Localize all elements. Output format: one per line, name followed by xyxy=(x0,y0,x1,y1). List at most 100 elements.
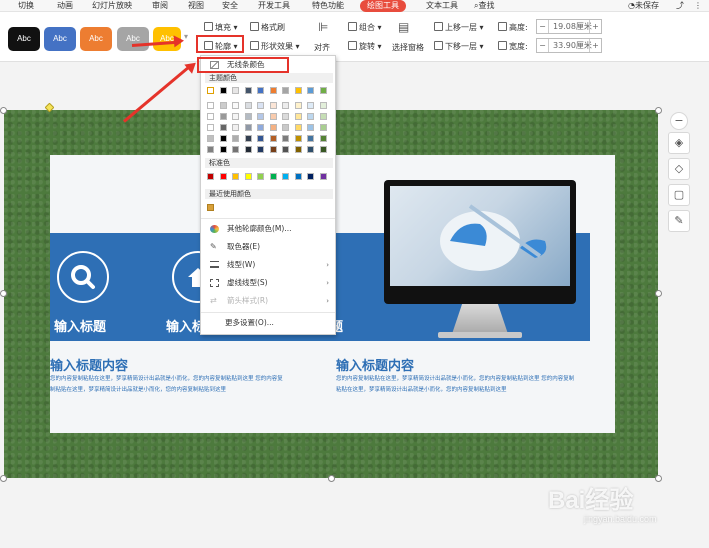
theme-color-swatch[interactable] xyxy=(244,113,252,120)
theme-color-swatch[interactable] xyxy=(257,146,264,153)
theme-color-swatch[interactable] xyxy=(207,113,214,120)
theme-color-swatch[interactable] xyxy=(307,124,314,131)
theme-color-swatch[interactable] xyxy=(282,113,289,120)
theme-color-swatch[interactable] xyxy=(307,135,314,142)
theme-color-swatch[interactable] xyxy=(319,113,327,120)
menu-text-tools[interactable]: 文本工具 xyxy=(426,0,458,12)
theme-color-swatch[interactable] xyxy=(319,135,327,142)
menu-security[interactable]: 安全 xyxy=(222,0,238,12)
fill-bucket-icon[interactable]: ◇ xyxy=(668,158,690,180)
more-settings-item[interactable]: 更多设置(O)... xyxy=(201,314,335,332)
width-input[interactable]: −33.90厘米 + xyxy=(536,38,602,53)
shape-style-orange[interactable]: Abc xyxy=(80,27,112,51)
standard-color-swatch[interactable] xyxy=(319,173,327,180)
theme-color-swatch[interactable] xyxy=(294,113,302,120)
theme-color-swatch[interactable] xyxy=(269,102,277,109)
menu-features[interactable]: 特色功能 xyxy=(312,0,344,12)
theme-color-swatch[interactable] xyxy=(294,102,302,109)
theme-color-swatch[interactable] xyxy=(319,146,327,153)
rotate-button[interactable]: 旋转 ▾ xyxy=(348,41,382,52)
width-increase-button[interactable]: + xyxy=(589,39,601,52)
theme-color-swatch[interactable] xyxy=(219,135,227,142)
standard-color-swatch[interactable] xyxy=(294,173,302,180)
theme-color-swatch[interactable] xyxy=(207,146,214,153)
theme-color-swatch[interactable] xyxy=(232,135,239,142)
theme-color-swatch[interactable] xyxy=(219,102,227,109)
more-outline-colors-item[interactable]: 其他轮廓颜色(M)... xyxy=(201,220,335,238)
theme-color-swatch[interactable] xyxy=(282,146,289,153)
layers-icon[interactable]: ◈ xyxy=(668,132,690,154)
standard-color-swatch[interactable] xyxy=(207,173,214,180)
theme-color-swatch[interactable] xyxy=(269,87,277,94)
theme-color-swatch[interactable] xyxy=(232,124,239,131)
outline-tool-icon[interactable]: ▢ xyxy=(668,184,690,206)
theme-color-swatch[interactable] xyxy=(207,135,214,142)
standard-color-swatch[interactable] xyxy=(244,173,252,180)
theme-color-swatch[interactable] xyxy=(269,124,277,131)
theme-color-swatch[interactable] xyxy=(207,87,214,94)
menu-view[interactable]: 视图 xyxy=(188,0,204,12)
pen-icon[interactable]: ✎ xyxy=(668,210,690,232)
height-decrease-button[interactable]: − xyxy=(537,20,549,33)
theme-color-swatch[interactable] xyxy=(219,146,227,153)
group-button[interactable]: 组合 ▾ xyxy=(348,22,382,33)
style-scroll-icon[interactable]: ▾ xyxy=(184,32,188,41)
theme-color-swatch[interactable] xyxy=(282,102,289,109)
theme-color-swatch[interactable] xyxy=(257,87,264,94)
theme-color-swatch[interactable] xyxy=(232,146,239,153)
theme-color-swatch[interactable] xyxy=(244,102,252,109)
theme-color-swatch[interactable] xyxy=(244,87,252,94)
theme-color-swatch[interactable] xyxy=(232,113,239,120)
theme-color-swatch[interactable] xyxy=(257,113,264,120)
search-link[interactable]: ⌕查找 xyxy=(474,0,494,12)
theme-color-swatch[interactable] xyxy=(307,113,314,120)
theme-color-swatch[interactable] xyxy=(319,87,327,94)
theme-color-swatch[interactable] xyxy=(232,102,239,109)
send-backward-button[interactable]: 下移一层 ▾ xyxy=(434,41,484,52)
resize-handle[interactable] xyxy=(655,107,662,114)
bring-forward-button[interactable]: 上移一层 ▾ xyxy=(434,22,484,33)
line-type-item[interactable]: 线型(W) › xyxy=(201,256,335,274)
standard-color-swatch[interactable] xyxy=(307,173,314,180)
format-brush-button[interactable]: 格式刷 xyxy=(250,22,285,33)
theme-color-swatch[interactable] xyxy=(294,87,302,94)
dash-type-item[interactable]: 虚线线型(S) › xyxy=(201,274,335,292)
fill-button[interactable]: 填充 ▾ xyxy=(204,22,238,33)
shape-style-black[interactable]: Abc xyxy=(8,27,40,51)
theme-color-swatch[interactable] xyxy=(207,102,214,109)
theme-color-swatch[interactable] xyxy=(307,87,314,94)
theme-color-swatch[interactable] xyxy=(207,124,214,131)
menu-slideshow[interactable]: 幻灯片放映 xyxy=(92,0,132,12)
theme-color-swatch[interactable] xyxy=(257,124,264,131)
resize-handle[interactable] xyxy=(0,290,7,297)
shape-style-gray[interactable]: Abc xyxy=(117,27,149,51)
theme-color-swatch[interactable] xyxy=(244,135,252,142)
resize-handle[interactable] xyxy=(0,107,7,114)
resize-handle[interactable] xyxy=(0,475,7,482)
collapse-icon[interactable]: − xyxy=(670,112,688,130)
theme-color-swatch[interactable] xyxy=(269,135,277,142)
theme-color-swatch[interactable] xyxy=(307,146,314,153)
theme-color-swatch[interactable] xyxy=(232,87,239,94)
recent-color-swatch[interactable] xyxy=(207,204,214,211)
width-decrease-button[interactable]: − xyxy=(537,39,549,52)
eyedropper-item[interactable]: ✎ 取色器(E) xyxy=(201,238,335,256)
menu-review[interactable]: 审阅 xyxy=(152,0,168,12)
menu-animation[interactable]: 动画 xyxy=(57,0,73,12)
save-status[interactable]: ◔未保存 xyxy=(628,0,659,12)
share-icon[interactable]: ⤴ xyxy=(676,0,684,12)
standard-color-swatch[interactable] xyxy=(257,173,264,180)
standard-color-swatch[interactable] xyxy=(232,173,239,180)
standard-color-swatch[interactable] xyxy=(219,173,227,180)
resize-handle[interactable] xyxy=(655,475,662,482)
theme-color-swatch[interactable] xyxy=(219,124,227,131)
theme-color-swatch[interactable] xyxy=(244,124,252,131)
height-increase-button[interactable]: + xyxy=(589,20,601,33)
theme-color-swatch[interactable] xyxy=(269,113,277,120)
standard-color-swatch[interactable] xyxy=(269,173,277,180)
theme-color-swatch[interactable] xyxy=(307,102,314,109)
theme-color-swatch[interactable] xyxy=(282,87,289,94)
theme-color-swatch[interactable] xyxy=(294,146,302,153)
theme-color-swatch[interactable] xyxy=(219,87,227,94)
menu-developer[interactable]: 开发工具 xyxy=(258,0,290,12)
